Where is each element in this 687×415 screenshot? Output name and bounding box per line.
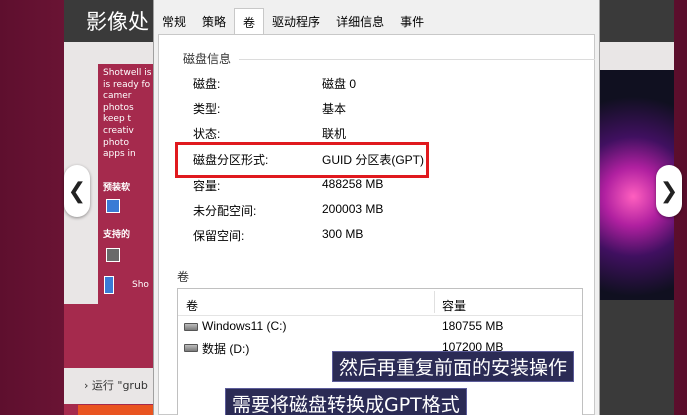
progress-strip: [78, 405, 158, 415]
header-divider: [178, 315, 582, 316]
disk-label: 磁盘:: [193, 77, 221, 91]
status-label: 状态:: [193, 127, 221, 141]
column-header-capacity[interactable]: 容量: [442, 297, 466, 314]
support-icon: [106, 248, 120, 262]
tab-policies[interactable]: 策略: [194, 8, 234, 34]
disk-info-group-title: 磁盘信息: [183, 52, 232, 66]
unallocated-label: 未分配空间:: [193, 204, 257, 218]
tab-events[interactable]: 事件: [392, 8, 432, 34]
supports-label: 支持的: [103, 230, 131, 240]
tab-volumes[interactable]: 卷: [234, 8, 265, 35]
disk-value: 磁盘 0: [322, 77, 357, 91]
reserved-label: 保留空间:: [193, 229, 245, 243]
previous-arrow-button[interactable]: ❮: [64, 165, 90, 217]
unallocated-value: 200003 MB: [322, 202, 384, 216]
type-value: 基本: [322, 102, 347, 116]
tab-general[interactable]: 常规: [154, 8, 194, 34]
preinstalled-label: 预装软: [103, 183, 131, 193]
app-icon: [106, 199, 120, 213]
app-title: 影像处: [86, 10, 149, 34]
subtitle-line-1: 然后再重复前面的安装操作: [332, 351, 575, 382]
volume-size-c: 180755 MB: [442, 319, 504, 333]
screenshot-label: Sho: [132, 280, 149, 290]
capacity-label: 容量:: [193, 179, 221, 193]
column-divider[interactable]: [434, 291, 435, 313]
screenshot-thumb-icon: [104, 276, 114, 294]
tab-bar: 常规 策略 卷 驱动程序 详细信息 事件: [154, 8, 599, 35]
partition-style-highlight: [175, 142, 429, 178]
command-text: › 运行 "grub: [84, 379, 148, 392]
tab-details[interactable]: 详细信息: [328, 8, 392, 34]
volume-name-d[interactable]: 数据 (D:): [202, 340, 249, 357]
group-divider: [239, 59, 595, 60]
volumes-group-title: 卷: [177, 270, 190, 284]
tab-driver[interactable]: 驱动程序: [264, 8, 328, 34]
reserved-value: 300 MB: [322, 227, 364, 241]
type-label: 类型:: [193, 102, 221, 116]
volume-name-c[interactable]: Windows11 (C:): [202, 319, 286, 333]
capacity-value: 488258 MB: [322, 177, 384, 191]
drive-icon: [184, 344, 198, 352]
drive-icon: [184, 323, 198, 331]
column-header-volume[interactable]: 卷: [186, 297, 198, 314]
status-value: 联机: [322, 127, 347, 141]
app-description: Shotwell is is ready fo camer photos kee…: [103, 68, 152, 160]
next-arrow-button[interactable]: ❯: [656, 165, 682, 217]
right-lower-panel: [600, 300, 674, 415]
subtitle-line-2: 需要将磁盘转换成GPT格式: [225, 388, 467, 415]
